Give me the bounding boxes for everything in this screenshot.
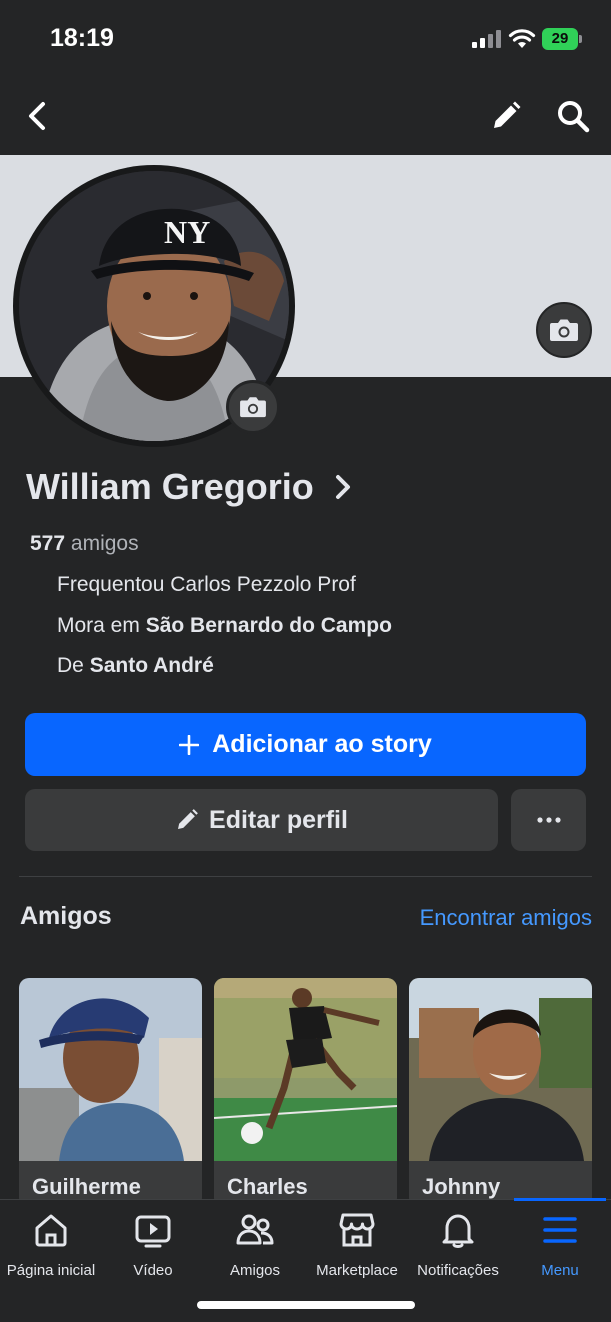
friends-icon (236, 1214, 274, 1245)
camera-icon (240, 397, 266, 418)
status-time: 18:19 (50, 24, 114, 52)
friends-section-title: Amigos (20, 902, 112, 930)
plus-icon (179, 734, 200, 755)
more-dots-icon (536, 817, 561, 823)
find-friends-link[interactable]: Encontrar amigos (420, 905, 592, 931)
edit-pencil-button[interactable] (484, 94, 528, 138)
info-studied: Frequentou Carlos Pezzolo Prof (57, 573, 356, 597)
status-bar: 18:19 29 (0, 0, 611, 78)
add-story-label: Adicionar ao story (212, 730, 432, 758)
search-icon (558, 101, 590, 133)
friends-count[interactable]: 577 amigos (30, 532, 139, 556)
friend-card[interactable]: Johnny (409, 978, 592, 1208)
cellular-signal-icon (472, 30, 501, 48)
battery-level: 29 (551, 30, 569, 47)
tab-label: Notificações (417, 1262, 499, 1279)
divider (19, 876, 592, 877)
chevron-right-icon (335, 475, 350, 499)
video-icon (135, 1215, 171, 1248)
cap-logo: NY (164, 214, 210, 250)
friend-photo (19, 978, 202, 1161)
back-button[interactable] (18, 96, 58, 136)
tab-friends[interactable]: Amigos (204, 1200, 306, 1290)
friend-name: Charles (227, 1174, 308, 1199)
bell-icon (442, 1214, 474, 1248)
lives-city: São Bernardo do Campo (145, 614, 392, 637)
friend-name: Guilherme (32, 1174, 141, 1199)
back-arrow-icon (29, 102, 45, 130)
search-button[interactable] (551, 94, 595, 138)
tab-marketplace[interactable]: Marketplace (306, 1200, 408, 1290)
edit-profile-label: Editar perfil (209, 805, 348, 834)
profile-name-row[interactable]: William Gregorio (26, 466, 352, 508)
tab-label: Página inicial (6, 1262, 96, 1279)
info-from: De Santo André (57, 654, 214, 678)
from-city: Santo André (89, 654, 214, 677)
home-indicator[interactable] (197, 1301, 415, 1309)
friends-count-number: 577 (30, 532, 66, 555)
tab-notifications[interactable]: Notificações (407, 1200, 509, 1290)
friend-photo (214, 978, 397, 1161)
friend-photo (409, 978, 592, 1161)
more-options-button[interactable] (511, 789, 586, 851)
tab-label: Amigos (229, 1262, 281, 1279)
add-story-button[interactable]: Adicionar ao story (25, 713, 586, 776)
home-icon (35, 1214, 67, 1247)
tab-label: Vídeo (133, 1262, 173, 1279)
pencil-icon (494, 101, 521, 128)
tab-label: Menu (541, 1262, 579, 1279)
tab-menu[interactable]: Menu (509, 1200, 611, 1290)
lives-prefix: Mora em (57, 614, 140, 637)
tab-video[interactable]: Vídeo (102, 1200, 204, 1290)
menu-icon (543, 1217, 577, 1243)
pencil-icon (178, 809, 198, 829)
from-prefix: De (57, 654, 84, 677)
camera-icon (550, 319, 578, 341)
marketplace-icon (339, 1213, 375, 1247)
studied-text: Frequentou Carlos Pezzolo Prof (57, 573, 356, 596)
edit-avatar-camera-button[interactable] (226, 380, 280, 434)
top-nav (0, 78, 611, 155)
friend-card[interactable]: Guilherme (19, 978, 202, 1208)
tab-label: Marketplace (316, 1262, 398, 1279)
info-lives: Mora em São Bernardo do Campo (57, 614, 392, 638)
edit-profile-button[interactable]: Editar perfil (25, 789, 498, 851)
wifi-icon (508, 29, 536, 48)
friend-name: Johnny (422, 1174, 501, 1199)
battery-icon: 29 (542, 28, 582, 50)
edit-cover-camera-button[interactable] (536, 302, 592, 358)
profile-name: William Gregorio (26, 466, 314, 507)
friend-card[interactable]: Charles (214, 978, 397, 1208)
tab-home[interactable]: Página inicial (0, 1200, 102, 1290)
friends-count-label: amigos (70, 532, 139, 555)
